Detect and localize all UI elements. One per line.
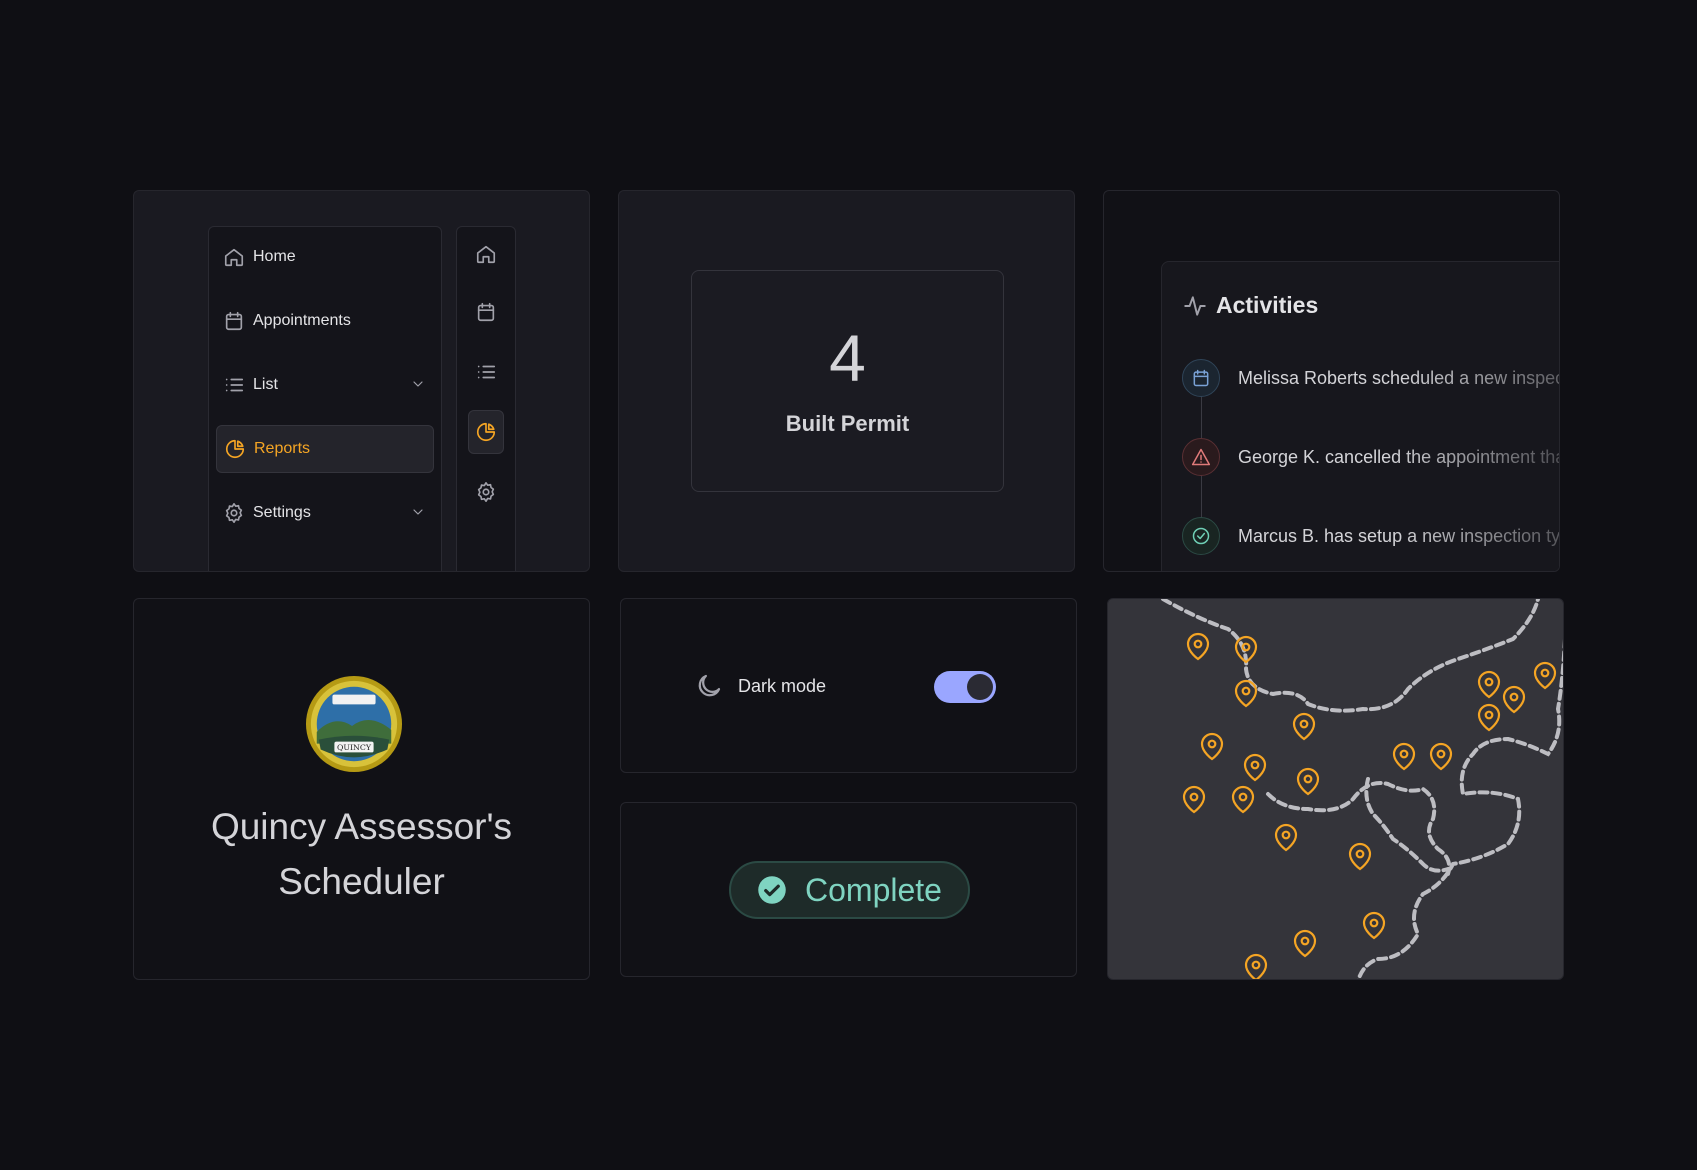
map-preview-card[interactable] [1107,598,1564,980]
pie-chart-icon [476,422,496,442]
activity-badge [1182,359,1220,397]
activity-item[interactable]: Marcus B. has setup a new inspection typ… [1182,517,1560,555]
calendar-icon [1193,369,1209,387]
sidebar-item-label: Appointments [253,312,351,329]
sidebar-item-list[interactable]: List [216,361,434,409]
sidebar-item-label: List [253,376,278,393]
stat-preview-card: 4 Built Permit [618,190,1075,572]
activities-panel: Activities Melissa Roberts scheduled a n… [1161,261,1560,571]
toggle-knob [967,674,993,700]
activities-header: Activities [1182,292,1318,319]
activities-preview-card: Activities Melissa Roberts scheduled a n… [1103,190,1560,572]
warning-icon [1191,448,1211,466]
complete-status-badge: Complete [729,861,970,919]
list-icon [477,365,496,379]
calendar-icon [225,311,243,331]
home-icon [476,245,496,264]
sidebar-item-label: Home [253,248,296,265]
activity-item[interactable]: Melissa Roberts scheduled a new inspecti… [1182,359,1560,397]
rail-item-settings[interactable] [468,470,504,514]
chevron-down-icon [413,381,423,387]
dark-mode-setting: Dark mode [694,671,826,701]
stat-value: 4 [829,321,866,395]
activity-badge [1182,517,1220,555]
collapsed-sidebar [456,226,516,571]
dark-mode-label: Dark mode [738,675,827,696]
sidebar-item-home[interactable]: Home [216,233,434,281]
brand-preview-card: QUINCY Quincy Assessor's Scheduler [133,598,590,980]
rail-item-reports[interactable] [468,410,504,454]
stat-tile[interactable]: 4 Built Permit [691,270,1004,492]
activities-title: Activities [1216,292,1319,318]
chevron-down-icon [413,509,423,515]
status-label: Complete [805,871,942,908]
activity-text: Marcus B. has setup a new inspection typ… [1238,525,1560,546]
app-title-line: Scheduler [278,861,445,902]
app-title: Quincy Assessor's Scheduler [134,799,589,909]
activity-text: George K. cancelled the appointment that [1238,446,1560,467]
stat-label: Built Permit [785,411,910,436]
pie-chart-icon [225,439,245,459]
sidebar-item-settings[interactable]: Settings [216,489,434,537]
rail-item-appointments[interactable] [468,290,504,334]
status-preview-card: Complete [620,802,1077,977]
app-title-line: Quincy Assessor's [210,806,513,847]
activity-text: Melissa Roberts scheduled a new inspecti… [1238,367,1560,388]
activity-icon [1184,295,1206,316]
sidebar-preview-card: Home Appointments List Reports Settings [133,190,590,572]
gear-icon [477,482,495,502]
home-icon [224,248,244,267]
activity-item[interactable]: George K. cancelled the appointment that [1182,438,1560,476]
sidebar-item-appointments[interactable]: Appointments [216,297,434,345]
gear-icon [225,503,243,523]
activity-badge [1182,438,1220,476]
rail-item-home[interactable] [468,232,504,276]
calendar-icon [477,302,495,322]
check-circle-icon [1192,527,1210,545]
city-seal-logo: QUINCY [305,675,403,773]
sidebar: Home Appointments List Reports Settings [208,226,442,571]
dark-mode-preview-card: Dark mode [620,598,1077,773]
map [1161,599,1563,979]
rail-item-list[interactable] [468,350,504,394]
check-circle-icon [758,876,786,904]
sidebar-item-label: Reports [254,440,311,457]
svg-text:QUINCY: QUINCY [337,743,372,752]
list-icon [225,378,244,392]
dark-mode-toggle[interactable] [934,671,996,703]
sidebar-item-reports[interactable]: Reports [216,425,434,473]
sidebar-item-label: Settings [253,504,311,521]
moon-icon [698,674,721,697]
